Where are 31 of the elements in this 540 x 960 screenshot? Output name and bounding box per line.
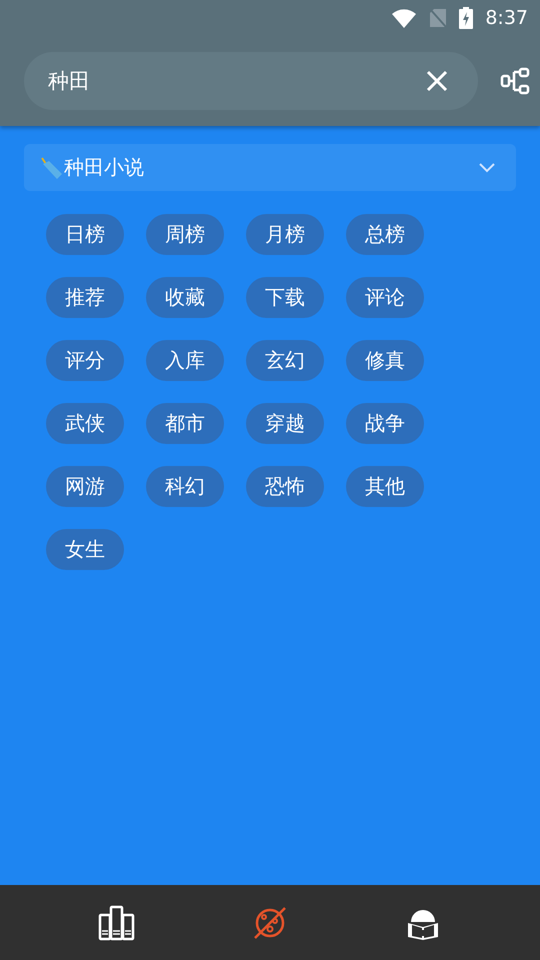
tag-chip[interactable]: 月榜 [246,214,324,255]
close-icon[interactable] [426,70,448,92]
hierarchy-icon[interactable] [500,67,530,95]
tag-chip[interactable]: 入库 [146,340,224,381]
battery-charging-icon [459,7,474,29]
tag-chip[interactable]: 推荐 [46,277,124,318]
tag-chip[interactable]: 收藏 [146,277,224,318]
tag-chip[interactable]: 日榜 [46,214,124,255]
tag-chip[interactable]: 玄幻 [246,340,324,381]
tag-chip[interactable]: 周榜 [146,214,224,255]
tag-chip[interactable]: 其他 [346,466,424,507]
tag-chip[interactable]: 总榜 [346,214,424,255]
status-time: 8:37 [485,7,528,29]
tag-chip[interactable]: 修真 [346,340,424,381]
tag-chip[interactable]: 战争 [346,403,424,444]
tag-chip[interactable]: 科幻 [146,466,224,507]
tag-chip[interactable]: 女生 [46,529,124,570]
category-dropdown[interactable]: 种田小说 [24,144,516,191]
tag-chip[interactable]: 网游 [46,466,124,507]
shelf-tab[interactable] [98,904,136,940]
tag-chip[interactable]: 穿越 [246,403,324,444]
tag-chip[interactable]: 评分 [46,340,124,381]
tag-chip[interactable]: 下载 [246,277,324,318]
tag-chip[interactable]: 都市 [146,403,224,444]
tag-chip[interactable]: 武侠 [46,403,124,444]
tag-chip[interactable]: 评论 [346,277,424,318]
search-field[interactable]: 种田 [24,52,478,110]
no-sim-icon [429,8,448,28]
category-label: 种田小说 [64,154,145,181]
tag-chip[interactable]: 恐怖 [246,466,324,507]
wifi-icon [391,8,418,28]
